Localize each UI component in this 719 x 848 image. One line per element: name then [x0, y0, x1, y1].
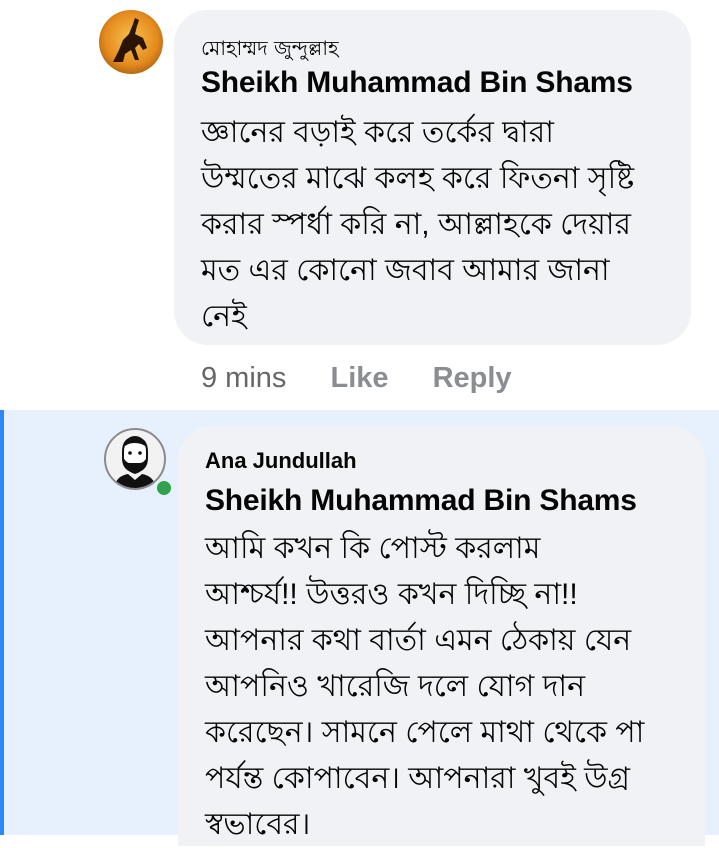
- comment-1: মোহাম্মদ জুন্দুল্লাহ Sheikh Muhammad Bin…: [0, 0, 719, 410]
- horse-rider-icon: [113, 18, 147, 62]
- comment-author[interactable]: Ana Jundullah: [205, 448, 357, 474]
- reply-button[interactable]: Reply: [433, 362, 512, 394]
- comment-text: জ্ঞানের বড়াই করে তর্কের দ্বারা উম্মতের …: [201, 116, 635, 333]
- comment-text: আমি কখন কি পোস্ট করলাম আশ্চর্য!! উত্তরও …: [205, 532, 645, 841]
- tagged-user[interactable]: Sheikh Muhammad Bin Shams: [205, 484, 637, 518]
- comment-author[interactable]: মোহাম্মদ জুন্দুল্লাহ: [201, 34, 339, 67]
- tagged-user[interactable]: Sheikh Muhammad Bin Shams: [201, 66, 633, 100]
- online-status-dot: [154, 478, 174, 498]
- comment-actions: 9 mins Like Reply: [201, 362, 548, 402]
- like-button[interactable]: Like: [330, 362, 388, 394]
- comment-time[interactable]: 9 mins: [201, 362, 286, 394]
- avatar[interactable]: [99, 10, 163, 74]
- bearded-man-icon: [114, 436, 156, 488]
